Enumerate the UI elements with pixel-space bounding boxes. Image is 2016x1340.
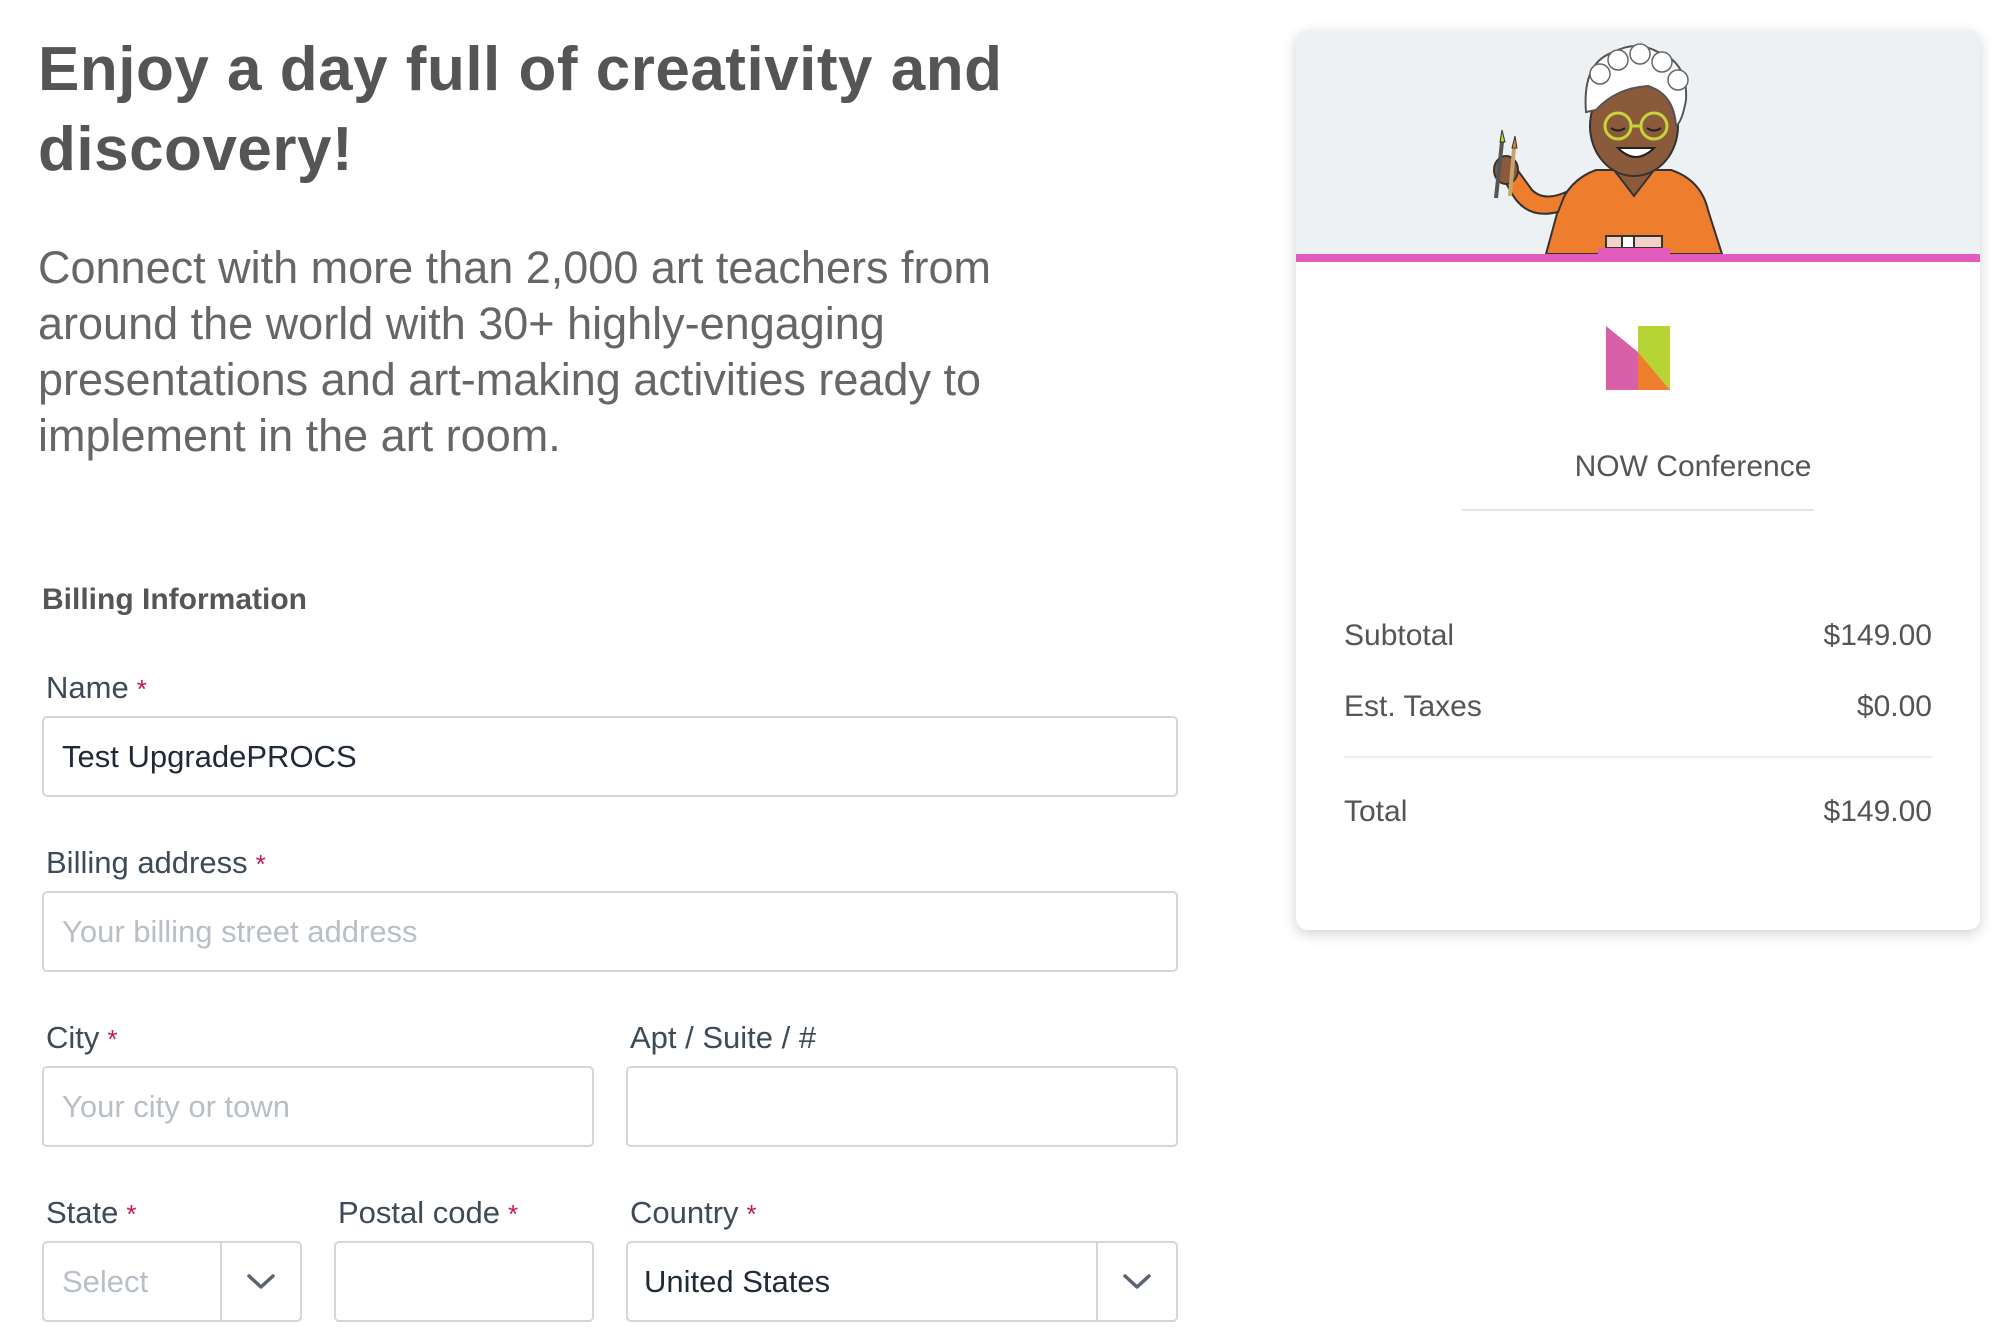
subtotal-row: Subtotal $149.00	[1344, 619, 1932, 653]
total-value: $149.00	[1823, 795, 1932, 828]
state-label-text: State	[46, 1195, 119, 1230]
apt-input[interactable]	[626, 1066, 1178, 1147]
subtotal-label: Subtotal	[1344, 619, 1455, 652]
country-label: Country *	[630, 1195, 757, 1231]
card-hero	[1296, 30, 1980, 255]
now-conference-logo	[1606, 326, 1670, 395]
city-input[interactable]: Your city or town	[42, 1066, 594, 1147]
required-marker: *	[107, 1024, 118, 1054]
billing-section-title: Billing Information	[42, 583, 307, 616]
postal-code-input[interactable]	[334, 1241, 594, 1322]
city-placeholder: Your city or town	[62, 1088, 291, 1124]
order-summary-card: NOW Conference Subtotal $149.00 Est. Tax…	[1296, 30, 1980, 930]
required-marker: *	[255, 849, 266, 879]
intro-description: Connect with more than 2,000 art teacher…	[38, 242, 991, 461]
total-row: Total $149.00	[1344, 795, 1932, 829]
taxes-label: Est. Taxes	[1344, 690, 1482, 723]
required-marker: *	[136, 674, 147, 704]
required-marker: *	[746, 1199, 757, 1229]
billing-address-label: Billing address *	[46, 845, 266, 881]
name-label: Name *	[46, 670, 147, 706]
postal-code-label: Postal code *	[338, 1195, 518, 1231]
taxes-row: Est. Taxes $0.00	[1344, 690, 1932, 724]
accent-band	[1296, 254, 1980, 262]
state-label: State *	[46, 1195, 137, 1231]
total-label: Total	[1344, 795, 1408, 828]
name-label-text: Name	[46, 670, 129, 705]
page-headline: Enjoy a day full of creativity and disco…	[38, 35, 1003, 184]
billing-address-placeholder: Your billing street address	[62, 913, 418, 949]
intro-section: Enjoy a day full of creativity and disco…	[38, 30, 1178, 190]
billing-address-input[interactable]: Your billing street address	[42, 891, 1178, 972]
country-value: United States	[644, 1263, 831, 1299]
apt-label: Apt / Suite / #	[630, 1020, 816, 1056]
country-select[interactable]: United States	[626, 1241, 1178, 1322]
billing-address-label-text: Billing address	[46, 845, 248, 880]
name-input-value: Test UpgradePROCS	[62, 738, 357, 774]
country-label-text: Country	[630, 1195, 739, 1230]
chevron-down-icon[interactable]	[1096, 1243, 1176, 1320]
divider	[1462, 509, 1814, 511]
divider	[1344, 756, 1932, 758]
postal-code-label-text: Postal code	[338, 1195, 500, 1230]
state-placeholder: Select	[62, 1263, 149, 1299]
subtotal-value: $149.00	[1823, 619, 1932, 652]
product-name: NOW Conference	[1574, 450, 1812, 483]
city-label: City *	[46, 1020, 118, 1056]
name-input[interactable]: Test UpgradePROCS	[42, 716, 1178, 797]
required-marker: *	[126, 1199, 137, 1229]
required-marker: *	[508, 1199, 519, 1229]
teacher-illustration	[1493, 43, 1724, 255]
state-select[interactable]: Select	[42, 1241, 302, 1322]
city-label-text: City	[46, 1020, 100, 1055]
chevron-down-icon[interactable]	[220, 1243, 300, 1320]
apt-label-text: Apt / Suite / #	[630, 1020, 817, 1055]
taxes-value: $0.00	[1856, 690, 1932, 723]
